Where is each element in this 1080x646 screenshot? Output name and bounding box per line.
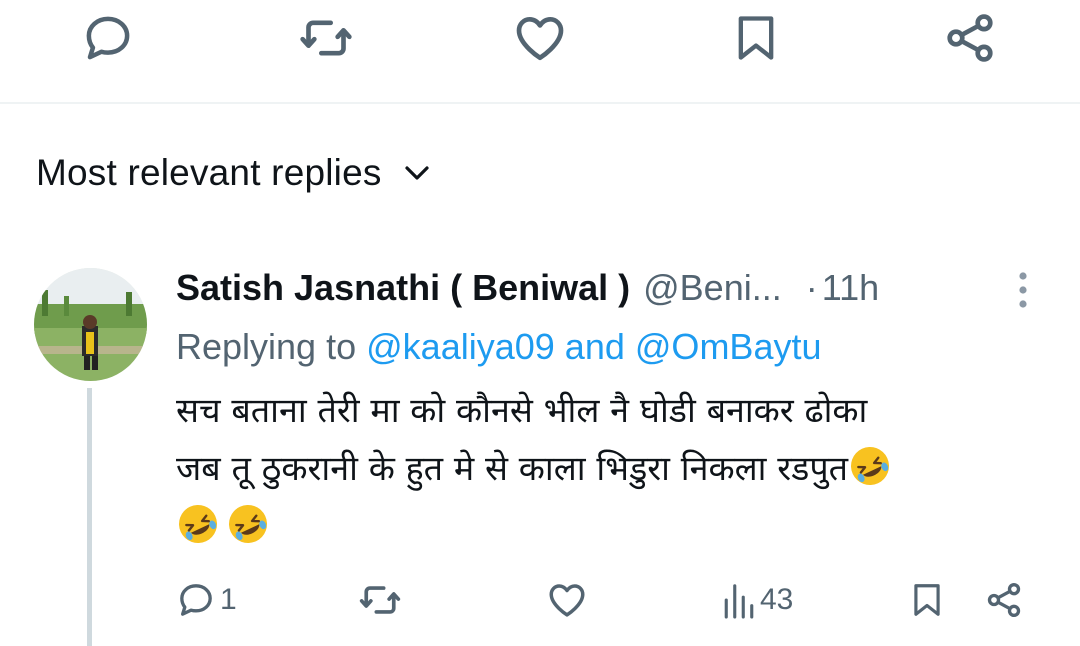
reply-repost-button[interactable] [358,578,402,622]
chevron-down-icon [404,166,429,180]
reply-like-button[interactable] [546,578,588,622]
reply-icon [86,16,130,60]
avatar-image [34,268,147,381]
laughing-emoji-icon [851,447,890,485]
share-button[interactable] [942,10,998,66]
sort-label: Most relevant replies [36,152,382,193]
reply-count: 1 [220,583,237,616]
reply-share-button[interactable] [984,578,1024,622]
repost-icon [300,20,352,56]
more-vertical-icon [1019,272,1027,308]
tweet-detail-page: Most relevant replies Satish Jasnathi ( … [0,0,1080,646]
reply-button[interactable] [80,10,136,66]
heart-icon [549,584,585,617]
heart-icon [516,17,564,61]
and-text: and [564,326,625,367]
laughing-emoji-icon [179,505,217,543]
user-handle[interactable]: @Beni... [643,267,782,309]
share-icon [987,582,1021,618]
mention-link[interactable]: @OmBaytu [635,326,822,368]
mention-link[interactable]: @kaaliya09 [366,326,555,368]
display-name[interactable]: Satish Jasnathi ( Beniwal ) [176,267,630,309]
reply-text-line-1: सच बताना तेरी मा को कौनसे भील नै घोडी बन… [176,391,868,431]
reply-header: Satish Jasnathi ( Beniwal ) @Beni... · 1… [176,262,879,314]
share-icon [947,14,993,62]
replying-to-line: Replying to @kaaliya09 and @OmBaytu [176,322,821,372]
like-button[interactable] [512,10,568,66]
reply-action-bar: 1 43 [0,570,1080,630]
bookmark-icon [914,584,940,616]
repost-button[interactable] [298,10,354,66]
avatar[interactable] [34,268,147,381]
divider [0,102,1080,104]
bookmark-icon [738,16,774,60]
reply-bookmark-button[interactable] [908,578,946,622]
repost-icon [359,586,401,614]
sort-replies-dropdown[interactable]: Most relevant replies [36,148,430,198]
replying-to-label: Replying to [176,326,357,367]
reply-text-line: जब तू ठुकरानी के हुत मे से काला भिडुरा न… [176,440,1056,498]
more-options-button[interactable] [1006,268,1040,312]
timestamp[interactable]: 11h [822,267,879,309]
reply-icon [180,584,212,616]
top-action-bar [0,0,1080,104]
reply-text-line-2: जब तू ठुकरानी के हुत मे से काला भिडुरा न… [176,449,849,489]
laughing-emoji-icon [229,505,267,543]
separator-dot: · [805,267,818,308]
reply-emoji-line [176,498,1056,556]
bookmark-button[interactable] [728,10,784,66]
reply-comment-button[interactable]: 1 [176,578,237,622]
reply-views-button[interactable]: 43 [722,578,793,622]
reply-text-line: सच बताना तेरी मा को कौनसे भील नै घोडी बन… [176,382,1056,440]
reply-text: सच बताना तेरी मा को कौनसे भील नै घोडी बन… [176,382,1056,556]
views-count: 43 [760,583,794,616]
views-chart-icon [724,584,754,619]
